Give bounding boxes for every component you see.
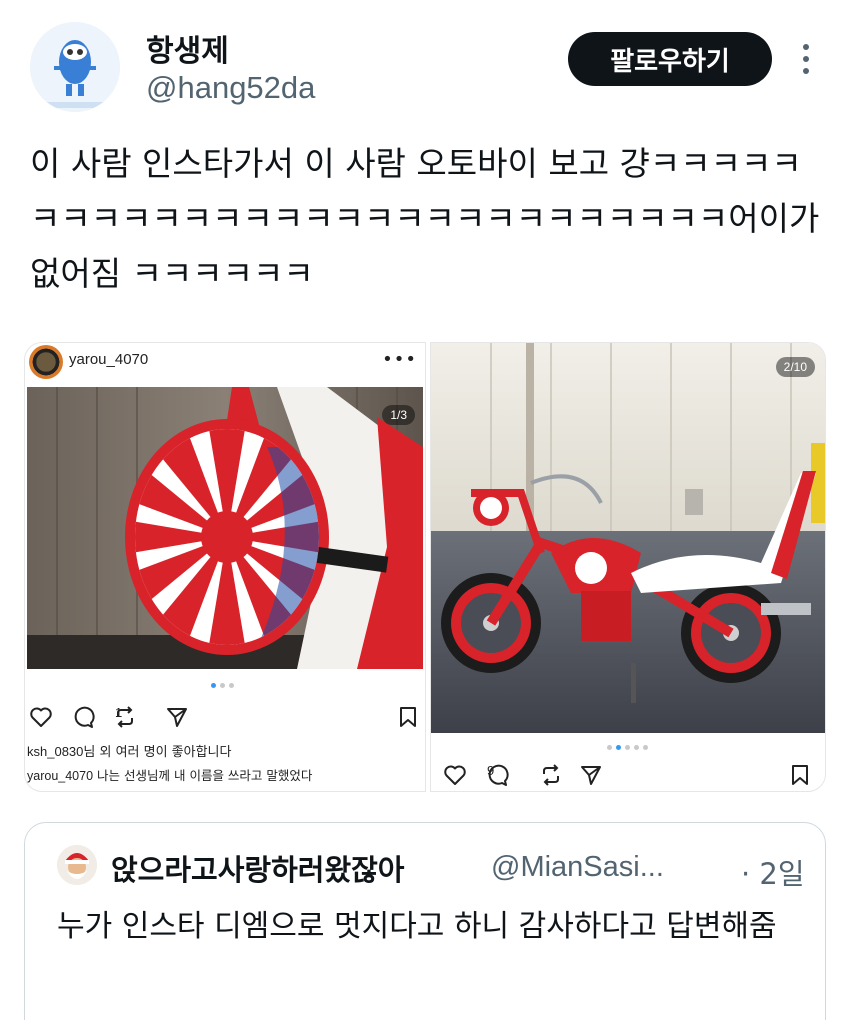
- bookmark-icon: [789, 763, 811, 787]
- author-avatar[interactable]: [30, 22, 120, 112]
- author-handle[interactable]: @hang52da: [146, 70, 315, 106]
- instagram-username: yarou_4070: [69, 351, 149, 368]
- send-icon: [579, 763, 603, 787]
- repost-icon: [539, 763, 563, 787]
- rising-sun-tail-photo: [27, 387, 423, 669]
- instagram-actions: 1: [25, 705, 425, 735]
- send-icon: [165, 705, 189, 729]
- comment-count: 9: [487, 763, 495, 778]
- repost-icon: 1: [113, 705, 137, 729]
- instagram-actions: 9: [431, 763, 825, 791]
- comment-icon: 9: [485, 763, 509, 787]
- quoted-author-handle[interactable]: @MianSasi...: [491, 851, 664, 884]
- more-options-icon[interactable]: [798, 42, 814, 76]
- quoted-timestamp[interactable]: · 2일: [741, 851, 805, 893]
- likes-username: ksh_0830: [27, 744, 84, 759]
- motorcycle-photo: [431, 343, 825, 733]
- instagram-caption: yarou_4070 나는 선생님께 내 이름을 쓰라고 말했었다: [27, 765, 312, 784]
- instagram-likes: ksh_0830님 외 여러 명이 좋아합니다: [27, 741, 231, 760]
- image-counter-badge: 2/10: [775, 357, 815, 377]
- author-display-name[interactable]: 항생제: [146, 26, 229, 70]
- caption-username: yarou_4070: [27, 769, 94, 783]
- instagram-more-icon: •••: [382, 349, 417, 370]
- quoted-author-avatar[interactable]: [57, 845, 97, 885]
- bookmark-icon: [397, 705, 419, 729]
- heart-icon: [443, 763, 467, 787]
- likes-text: 님 외 여러 명이 좋아합니다: [83, 745, 232, 760]
- carousel-dots: [607, 745, 648, 750]
- tweet-media-image-2[interactable]: 2/10 9: [430, 342, 826, 792]
- quoted-tweet-text: 누가 인스타 디엠으로 멋지다고 하니 감사하다고 답변해줌: [57, 909, 777, 944]
- follow-button[interactable]: 팔로우하기: [568, 32, 772, 86]
- tweet-text: 이 사람 인스타가서 이 사람 오토바이 보고 걍ㅋㅋㅋㅋㅋㅋㅋㅋㅋㅋㅋㅋㅋㅋㅋ…: [30, 144, 820, 293]
- heart-icon: [29, 705, 53, 729]
- quoted-author-name[interactable]: 앉으라고사랑하러왔잖아: [111, 847, 404, 889]
- repost-count: 1: [115, 705, 123, 720]
- image-counter-badge: 1/3: [382, 405, 415, 425]
- carousel-dots: [211, 683, 234, 688]
- instagram-avatar: [29, 345, 63, 379]
- instagram-post-header: yarou_4070 •••: [25, 343, 425, 383]
- tweet-media-image-1[interactable]: yarou_4070 ••• 1/3 1 ksh_0830님 외 여러 명이 좋…: [24, 342, 426, 792]
- quoted-tweet[interactable]: 앉으라고사랑하러왔잖아 @MianSasi... · 2일 누가 인스타 디엠으…: [24, 822, 826, 1020]
- comment-icon: [71, 705, 95, 729]
- caption-text: 나는 선생님께 내 이름을 쓰라고 말했었다: [97, 768, 313, 783]
